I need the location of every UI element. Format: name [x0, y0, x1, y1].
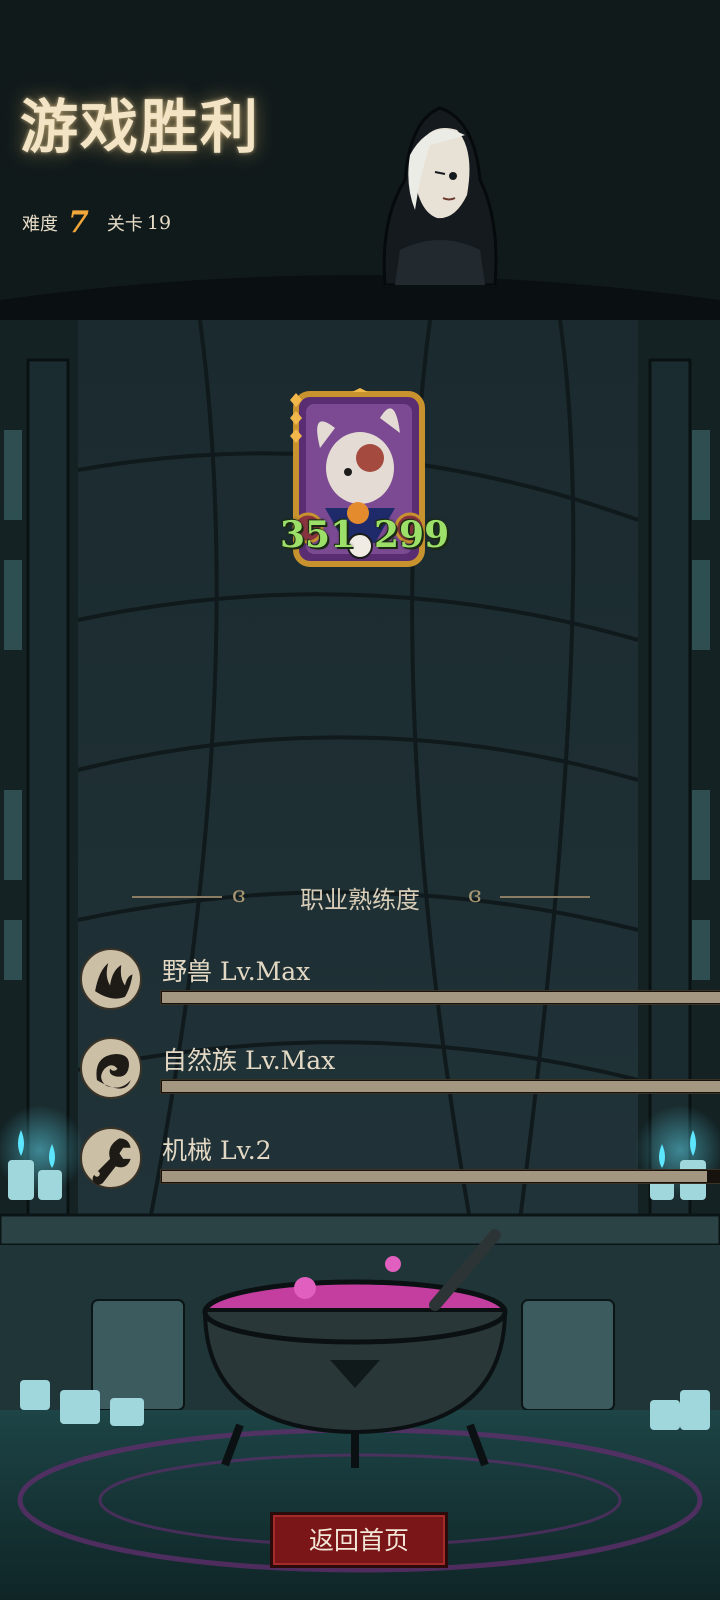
class-level: Lv.Max — [244, 1046, 336, 1075]
level-value: 19 — [146, 211, 172, 234]
difficulty-value: 7 — [68, 205, 89, 240]
stage-info: 难度 7 关卡 19 — [22, 205, 171, 240]
proficiency-label: 机械 Lv.2 — [162, 1131, 272, 1167]
proficiency-bar — [160, 1169, 720, 1184]
proficiency-bar-fill — [162, 1081, 720, 1092]
proficiency-bar — [160, 1079, 720, 1094]
proficiency-row-nature: 自然族 Lv.Max — [80, 1037, 720, 1107]
proficiency-row-beast: 野兽 Lv.Max — [80, 948, 720, 1018]
proficiency-label: 野兽 Lv.Max — [162, 952, 310, 988]
class-name: 自然族 — [162, 1046, 238, 1075]
difficulty-label: 难度 — [22, 213, 58, 235]
class-name: 野兽 — [162, 957, 213, 986]
proficiency-bar — [160, 990, 720, 1005]
proficiency-row-mech: 机械 Lv.2 — [80, 1127, 720, 1197]
victory-screen: 游戏胜利 难度 7 关卡 19 351 299 ɞ ɞ 职业熟练度 野兽 Lv.… — [0, 0, 720, 1600]
beast-claw-icon — [80, 948, 142, 1010]
return-home-button[interactable]: 返回首页 — [270, 1512, 448, 1568]
victory-title: 游戏胜利 — [20, 93, 261, 161]
nature-swirl-icon — [80, 1037, 142, 1099]
card-attack: 351 — [280, 514, 356, 556]
level-label: 关卡 — [106, 213, 143, 235]
proficiency-title: 职业熟练度 — [300, 886, 420, 914]
class-level: Lv.2 — [219, 1136, 272, 1165]
hero-portrait — [382, 106, 498, 285]
card-health: 299 — [374, 514, 450, 556]
class-name: 机械 — [162, 1136, 213, 1165]
dungeon-background — [0, 0, 720, 1600]
proficiency-bar-fill — [162, 992, 720, 1003]
class-level: Lv.Max — [219, 957, 311, 986]
proficiency-bar-fill — [162, 1171, 708, 1182]
proficiency-label: 自然族 Lv.Max — [162, 1041, 335, 1077]
wrench-icon — [80, 1127, 142, 1189]
